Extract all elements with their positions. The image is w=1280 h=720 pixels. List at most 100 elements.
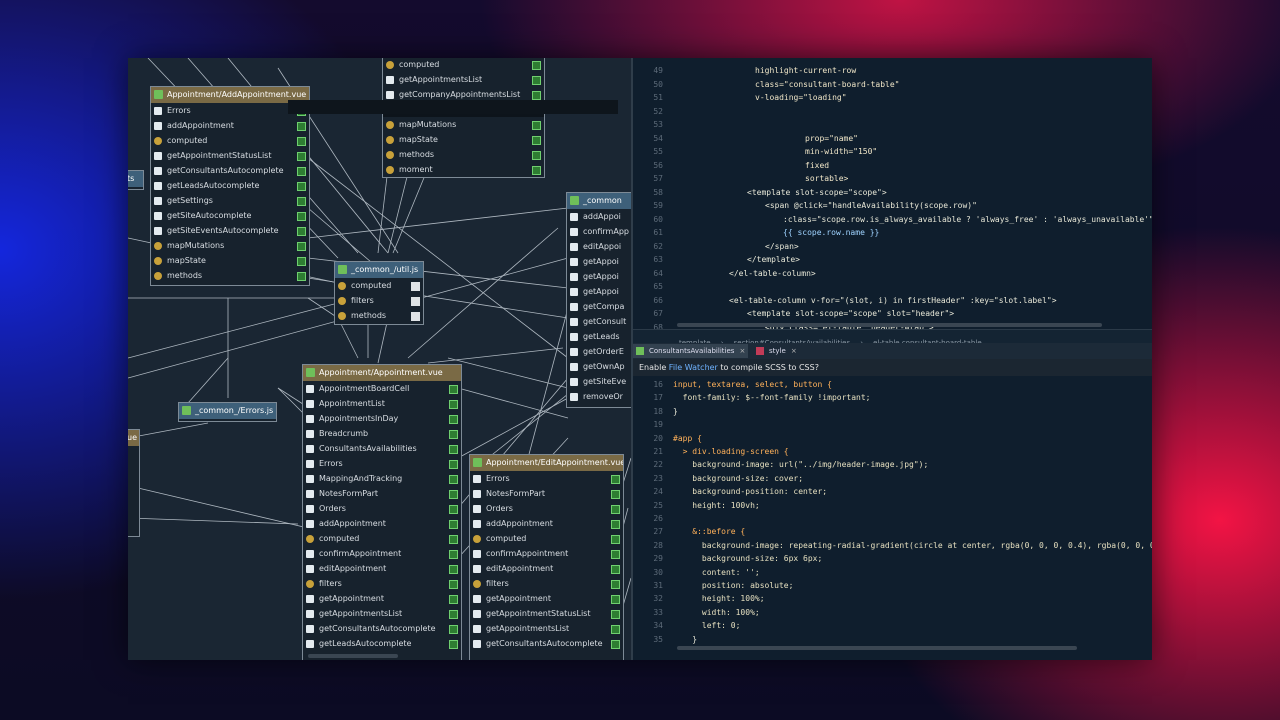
node-member[interactable]: getAppoi	[567, 269, 631, 284]
node-member[interactable]: ConsultantsAvailabilities	[303, 441, 461, 456]
code-line[interactable]: &::before {	[673, 527, 745, 536]
node-member[interactable]: confirmAppointment	[303, 546, 461, 561]
code-line[interactable]: background-size: 6px 6px;	[673, 554, 822, 563]
node-common[interactable]: _common addAppoi confirmApp editAppoi ge…	[566, 192, 631, 408]
node-ts-partial[interactable]: ts	[128, 170, 144, 190]
node-appointment-vue[interactable]: Appointment/Appointment.vue AppointmentB…	[302, 364, 462, 660]
editor-hscrollbar[interactable]	[677, 646, 1077, 650]
code-line[interactable]: height: 100%;	[673, 594, 765, 603]
code-line[interactable]: <el-table-column v-for="(slot, i) in fir…	[729, 296, 1057, 305]
code-line[interactable]: highlight-current-row	[755, 66, 856, 75]
node-member[interactable]: getConsultantsAutocomplete	[303, 621, 461, 636]
node-member[interactable]: Orders	[303, 501, 461, 516]
code-line[interactable]: </template>	[747, 255, 800, 264]
code-line[interactable]: width: 100%;	[673, 608, 760, 617]
node-member[interactable]: editAppointment	[303, 561, 461, 576]
node-member[interactable]: getLeads	[567, 329, 631, 344]
node-errors-js[interactable]: _common_/Errors.js	[178, 402, 277, 422]
node-member[interactable]: getAppointmentStatusList	[470, 606, 623, 621]
node-member[interactable]: editAppoi	[567, 239, 631, 254]
node-member[interactable]: getAppointmentsList	[470, 621, 623, 636]
code-line[interactable]: class="consultant-board-table"	[755, 80, 900, 89]
code-line[interactable]: </el-table-column>	[729, 269, 816, 278]
node-member[interactable]: getAppoi	[567, 254, 631, 269]
node-member[interactable]: computed	[303, 531, 461, 546]
code-line[interactable]: left: 0;	[673, 621, 741, 630]
node-member[interactable]: Breadcrumb	[303, 426, 461, 441]
node-member[interactable]: mapMutations	[383, 117, 544, 132]
node-member[interactable]: Errors	[470, 471, 623, 486]
close-icon[interactable]: ×	[791, 344, 797, 358]
code-line[interactable]: prop="name"	[805, 134, 858, 143]
node-member[interactable]: mapState	[151, 253, 309, 268]
code-line[interactable]: fixed	[805, 161, 829, 170]
node-member[interactable]: getSettings	[151, 193, 309, 208]
code-line[interactable]: height: 100vh;	[673, 501, 759, 510]
code-line[interactable]: input, textarea, select, button {	[673, 380, 832, 389]
node-member[interactable]: getOrderE	[567, 344, 631, 359]
tab-style[interactable]: style ×	[753, 344, 800, 358]
node-member[interactable]: AppointmentsInDay	[303, 411, 461, 426]
node-member[interactable]: getLeadsAutocomplete	[303, 636, 461, 651]
code-line[interactable]: <span @click="handleAvailability(scope.r…	[765, 201, 977, 210]
file-watcher-link[interactable]: File Watcher	[669, 363, 718, 372]
code-line[interactable]: > div.loading-screen {	[673, 447, 789, 456]
code-line[interactable]: font-family: $--font-family !important;	[673, 393, 871, 402]
node-member[interactable]: computed	[383, 58, 544, 72]
node-member[interactable]: getAppointmentStatusList	[151, 148, 309, 163]
code-line[interactable]: background-position: center;	[673, 487, 827, 496]
node-add-appointment[interactable]: Appointment/AddAppointment.vue Errors ad…	[150, 86, 310, 286]
node-member[interactable]: addAppoi	[567, 209, 631, 224]
node-member[interactable]: mapState	[383, 132, 544, 147]
code-line[interactable]: sortable>	[805, 174, 848, 183]
code-line[interactable]: <template slot-scope="scope">	[747, 188, 887, 197]
node-member[interactable]: getAppointment	[303, 591, 461, 606]
node-member[interactable]: getConsultantsAutocomplete	[151, 163, 309, 178]
code-line[interactable]: v-loading="loading"	[755, 93, 847, 102]
code-editor[interactable]: 49 highlight-current-row 50 class="consulta…	[633, 58, 1152, 660]
node-member[interactable]: editAppointment	[470, 561, 623, 576]
node-member[interactable]: getCompa	[567, 299, 631, 314]
node-member[interactable]: getOwnAp	[567, 359, 631, 374]
dependency-diagram[interactable]: Appointment/AddAppointment.vue Errors ad…	[128, 58, 631, 660]
node-member[interactable]: methods	[335, 308, 423, 323]
close-icon[interactable]: ×	[740, 344, 746, 358]
node-member[interactable]: addAppointment	[151, 118, 309, 133]
node-top[interactable]: computed getAppointmentsList getCompanyA…	[382, 58, 545, 178]
node-member[interactable]: getConsult	[567, 314, 631, 329]
node-member[interactable]: NotesFormPart	[303, 486, 461, 501]
code-line[interactable]: min-width="150"	[805, 147, 877, 156]
node-member[interactable]: AppointmentList	[303, 396, 461, 411]
code-line[interactable]: {{ scope.row.name }}	[783, 228, 879, 237]
code-line[interactable]: }	[673, 635, 697, 644]
code-line[interactable]: position: absolute;	[673, 581, 794, 590]
node-member[interactable]: getSiteAutocomplete	[151, 208, 309, 223]
node-member[interactable]: getAppoi	[567, 284, 631, 299]
node-member[interactable]: getAppointmentsList	[383, 72, 544, 87]
node-member[interactable]: computed	[470, 531, 623, 546]
code-line[interactable]: <template slot-scope="scope" slot="heade…	[747, 309, 954, 318]
node-member[interactable]: AppointmentBoardCell	[303, 381, 461, 396]
code-line[interactable]: background-size: cover;	[673, 474, 803, 483]
node-member[interactable]: Errors	[151, 103, 309, 118]
code-line[interactable]: content: '';	[673, 568, 760, 577]
node-member[interactable]: MappingAndTracking	[303, 471, 461, 486]
code-line[interactable]: }	[673, 407, 678, 416]
node-member[interactable]: addAppointment	[470, 516, 623, 531]
node-member[interactable]: addAppointment	[303, 516, 461, 531]
node-member[interactable]: filters	[335, 293, 423, 308]
diagram-scrollbar[interactable]	[308, 654, 398, 658]
code-line[interactable]: #app {	[673, 434, 702, 443]
node-member[interactable]: methods	[383, 147, 544, 162]
node-member[interactable]: computed	[335, 278, 423, 293]
node-member[interactable]: removeOr	[567, 389, 631, 404]
node-member[interactable]: methods	[151, 268, 309, 283]
node-member[interactable]: Orders	[470, 501, 623, 516]
node-ue-partial[interactable]: ue	[128, 429, 140, 537]
node-member[interactable]: filters	[470, 576, 623, 591]
node-member[interactable]: confirmAppointment	[470, 546, 623, 561]
node-member[interactable]: getConsultantsAutocomplete	[470, 636, 623, 651]
node-member[interactable]: NotesFormPart	[470, 486, 623, 501]
code-line[interactable]: :class="scope.row.is_always_available ? …	[783, 215, 1152, 224]
node-member[interactable]: mapMutations	[151, 238, 309, 253]
